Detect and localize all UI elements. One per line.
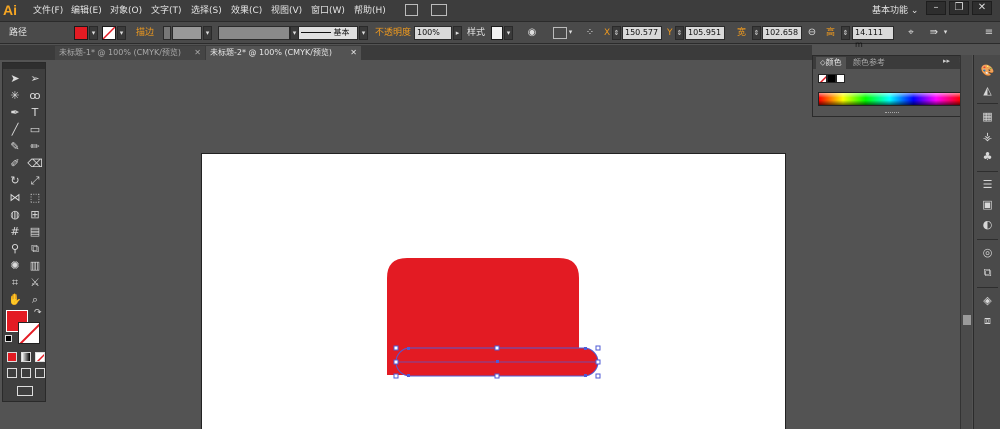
tab-color-guide[interactable]: 颜色参考	[849, 57, 889, 69]
graphic-styles-icon[interactable]: ⧉	[980, 265, 995, 280]
dock-divider	[977, 171, 998, 172]
swatches-icon[interactable]: ▦	[980, 109, 995, 124]
gradient-icon[interactable]: ▣	[980, 197, 995, 212]
color-guide-icon[interactable]: ◭	[980, 83, 995, 98]
white-swatch[interactable]	[836, 74, 845, 83]
color-panel-icon[interactable]: 🎨	[980, 63, 995, 78]
brushes-icon[interactable]: ⚶	[980, 129, 995, 144]
tab-color-label: 颜色	[825, 58, 842, 67]
transparency-icon[interactable]: ◐	[980, 217, 995, 232]
appearance-icon[interactable]: ◎	[980, 245, 995, 260]
collapse-panel-icon[interactable]: ▸▸	[943, 57, 950, 65]
panel-resize-grip[interactable]	[885, 112, 899, 114]
illustrator-window: Ai 文件(F) 编辑(E) 对象(O) 文字(T) 选择(S) 效果(C) 视…	[0, 0, 1000, 429]
black-swatch[interactable]	[827, 74, 836, 83]
color-spectrum-bar[interactable]	[818, 92, 961, 106]
dock-divider	[977, 239, 998, 240]
none-swatch[interactable]	[818, 74, 827, 83]
layers-icon[interactable]: ◈	[980, 293, 995, 308]
panel-dock: 🎨 ◭ ▦ ⚶ ♣ ☰ ▣ ◐ ◎ ⧉ ◈ ⧈	[973, 55, 1000, 429]
artboards-icon[interactable]: ⧈	[980, 313, 995, 328]
color-panel: ⬦颜色 颜色参考 ▸▸ ≡	[812, 55, 971, 117]
scrollbar-thumb[interactable]	[963, 315, 971, 325]
dock-divider	[977, 103, 998, 104]
stroke-icon[interactable]: ☰	[980, 177, 995, 192]
dock-scrollbar[interactable]	[960, 55, 972, 429]
tab-color[interactable]: ⬦颜色	[816, 57, 846, 69]
dock-divider	[977, 287, 998, 288]
color-panel-header[interactable]: ⬦颜色 颜色参考 ▸▸ ≡	[813, 56, 970, 69]
none-swatch-icon	[819, 75, 826, 82]
symbols-icon[interactable]: ♣	[980, 149, 995, 164]
